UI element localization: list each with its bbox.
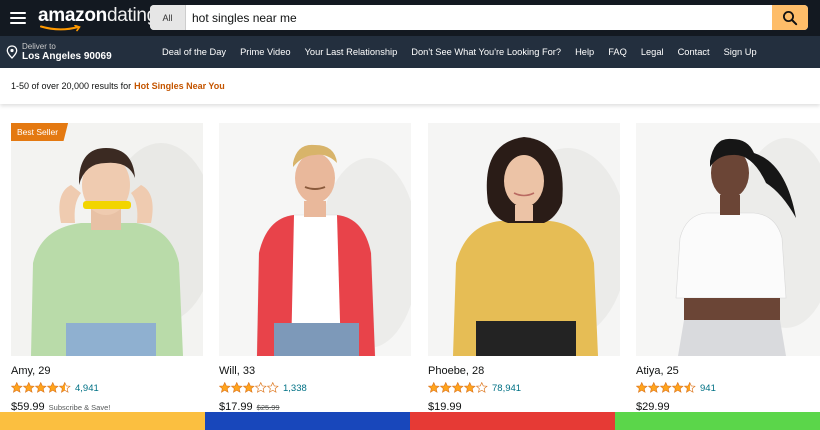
star-full-icon [452,382,464,394]
color-stripe [0,412,205,430]
star-half-icon [59,382,71,394]
star-full-icon [35,382,47,394]
search-input[interactable] [186,5,772,30]
star-full-icon [243,382,255,394]
person-photo-image [636,123,820,356]
list-price: $25.99 [256,403,280,412]
star-rating[interactable] [428,382,488,394]
nav-link-prime-video[interactable]: Prime Video [240,47,290,57]
star-empty-icon [255,382,267,394]
product-name[interactable]: Amy, 29 [11,364,203,378]
smile-arrow-icon [40,25,81,32]
search-category-dropdown[interactable]: All [150,5,186,30]
star-full-icon [428,382,440,394]
results-count: 1-50 of over 20,000 results for [11,81,132,91]
star-empty-icon [476,382,488,394]
hamburger-menu-icon[interactable] [10,12,26,24]
color-stripe [410,412,615,430]
rating-count[interactable]: 78,941 [492,383,521,394]
results-query: Hot Singles Near You [134,81,225,91]
search-button[interactable] [772,5,808,30]
product-photo[interactable] [428,123,620,356]
nav-link-sign-up[interactable]: Sign Up [724,47,757,57]
product-name[interactable]: Atiya, 25 [636,364,820,378]
star-full-icon [660,382,672,394]
product-rating: 78,941 [428,382,620,394]
product-name[interactable]: Will, 33 [219,364,411,378]
star-full-icon [47,382,59,394]
deliver-to[interactable]: Deliver to Los Angeles 90069 [6,42,146,63]
nav-link-help[interactable]: Help [575,47,594,57]
star-full-icon [464,382,476,394]
product-card[interactable]: Will, 33 1,338 $17.99 $25.99 [219,123,411,415]
star-rating[interactable] [636,382,696,394]
person-photo-image [11,123,203,356]
amazon-dating-logo[interactable]: amazondating [38,5,157,32]
top-header: amazondating All [0,0,820,36]
star-half-icon [684,382,696,394]
product-grid: Best Seller Amy, 29 4,941 $59.99 Subscri… [0,104,820,414]
product-photo[interactable]: Best Seller [11,123,203,356]
nav-link-faq[interactable]: FAQ [608,47,627,57]
person-photo-image [428,123,620,356]
nav-link-contact[interactable]: Contact [678,47,710,57]
best-seller-badge: Best Seller [11,123,69,141]
product-photo[interactable] [219,123,411,356]
magnifier-icon [783,10,798,25]
star-full-icon [231,382,243,394]
product-rating: 941 [636,382,820,394]
product-card[interactable]: Phoebe, 28 78,941 $19.99 [428,123,620,415]
nav-link-deal-of-the-day[interactable]: Deal of the Day [162,47,226,57]
star-empty-icon [267,382,279,394]
product-rating: 4,941 [11,382,203,394]
rating-count[interactable]: 1,338 [283,383,307,394]
deliver-label: Deliver to [22,41,56,51]
product-card[interactable]: Atiya, 25 941 $29.99 [636,123,820,415]
star-full-icon [440,382,452,394]
results-summary: 1-50 of over 20,000 results for Hot Sing… [0,68,820,104]
rating-count[interactable]: 941 [700,383,716,394]
star-rating[interactable] [11,382,71,394]
color-stripe [615,412,820,430]
rating-count[interactable]: 4,941 [75,383,99,394]
star-full-icon [219,382,231,394]
nav-link-last-relationship[interactable]: Your Last Relationship [305,47,398,57]
product-rating: 1,338 [219,382,411,394]
product-name[interactable]: Phoebe, 28 [428,364,620,378]
person-photo-image [219,123,411,356]
nav-links: Deal of the Day Prime Video Your Last Re… [162,47,771,57]
star-full-icon [23,382,35,394]
logo-brand: amazon [38,5,107,26]
color-stripe [205,412,410,430]
search-bar: All [150,5,808,30]
star-full-icon [11,382,23,394]
product-card[interactable]: Best Seller Amy, 29 4,941 $59.99 Subscri… [11,123,203,415]
nav-link-dont-see[interactable]: Don't See What You're Looking For? [411,47,561,57]
location-pin-icon [6,45,18,59]
subscribe-save-label[interactable]: Subscribe & Save! [49,403,111,412]
bottom-color-stripes [0,412,820,430]
nav-bar: Deliver to Los Angeles 90069 Deal of the… [0,36,820,68]
star-full-icon [672,382,684,394]
product-photo[interactable] [636,123,820,356]
star-rating[interactable] [219,382,279,394]
nav-link-legal[interactable]: Legal [641,47,664,57]
deliver-location: Los Angeles 90069 [22,50,112,62]
star-full-icon [648,382,660,394]
star-full-icon [636,382,648,394]
